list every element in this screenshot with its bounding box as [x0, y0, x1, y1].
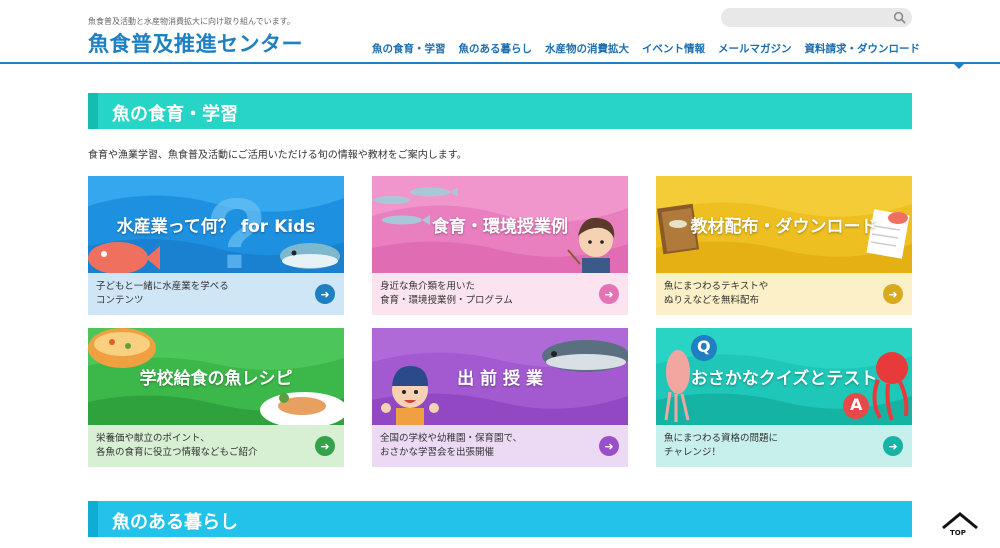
nav-item-download[interactable]: 資料請求・ダウンロード [805, 41, 921, 56]
nav-item-mail-magazine[interactable]: メールマガジン [718, 41, 792, 56]
site-logo[interactable]: 魚食普及推進センター [88, 28, 303, 58]
card-fish-quiz[interactable]: Q A おさかなクイズとテスト 魚にまつわる資格の問題に チャレンジ！ ➜ [656, 328, 912, 467]
card-title: 出 前 授 業 [457, 369, 543, 389]
header-tagline: 魚食普及活動と水産物消費拡大に向け取り組んでいます。 [88, 17, 295, 26]
section-title: 魚の食育・学習 [112, 104, 238, 125]
card-description-text: 魚にまつわるテキストや ぬりえなどを無料配布 [664, 281, 769, 306]
card-description: 魚にまつわる資格の問題に チャレンジ！ ➜ [656, 425, 912, 467]
card-description-text: 身近な魚介類を用いた 食育・環境授業例・プログラム [380, 281, 513, 306]
arrow-right-icon[interactable]: ➜ [883, 284, 903, 304]
card-title: 教材配布・ダウンロード [690, 217, 878, 237]
card-description: 魚にまつわるテキストや ぬりえなどを無料配布 ➜ [656, 273, 912, 315]
card-kids-fisheries[interactable]: ? 水産業って何？ for Kids 子どもと一緒に水産業を学べる コンテンツ … [88, 176, 344, 315]
card-banner: 教材配布・ダウンロード [656, 176, 912, 273]
section-header-fish-life: 魚のある暮らし [88, 501, 912, 537]
card-description-text: 魚にまつわる資格の問題に チャレンジ！ [664, 433, 779, 458]
card-description-text: 子どもと一緒に水産業を学べる コンテンツ [96, 281, 229, 306]
arrow-right-icon[interactable]: ➜ [883, 436, 903, 456]
card-description-text: 栄養価や献立のポイント、 各魚の食育に役立つ情報などもご紹介 [96, 433, 258, 458]
card-description: 全国の学校や幼稚園・保育園で、 おさかな学習会を出張開催 ➜ [372, 425, 628, 467]
arrow-right-icon[interactable]: ➜ [599, 436, 619, 456]
card-visiting-lessons[interactable]: 出 前 授 業 全国の学校や幼稚園・保育園で、 おさかな学習会を出張開催 ➜ [372, 328, 628, 467]
card-description: 栄養価や献立のポイント、 各魚の食育に役立つ情報などもご紹介 ➜ [88, 425, 344, 467]
card-title: 水産業って何？ for Kids [116, 217, 316, 237]
arrow-right-icon[interactable]: ➜ [599, 284, 619, 304]
card-materials-download[interactable]: 教材配布・ダウンロード 魚にまつわるテキストや ぬりえなどを無料配布 ➜ [656, 176, 912, 315]
card-banner: Q A おさかなクイズとテスト [656, 328, 912, 425]
card-banner: 出 前 授 業 [372, 328, 628, 425]
back-to-top-label: TOP [950, 529, 966, 537]
card-description-text: 全国の学校や幼稚園・保育園で、 おさかな学習会を出張開催 [380, 433, 523, 458]
back-to-top-button[interactable]: TOP [941, 512, 979, 540]
section-accent [88, 501, 98, 537]
search-icon[interactable] [893, 11, 906, 24]
site-header: 魚食普及活動と水産物消費拡大に向け取り組んでいます。 魚食普及推進センター 魚の… [0, 0, 1000, 64]
card-lesson-examples[interactable]: 食育・環境授業例 身近な魚介類を用いた 食育・環境授業例・プログラム ➜ [372, 176, 628, 315]
card-description: 身近な魚介類を用いた 食育・環境授業例・プログラム ➜ [372, 273, 628, 315]
nav-item-events[interactable]: イベント情報 [642, 41, 705, 56]
card-banner: ? 水産業って何？ for Kids [88, 176, 344, 273]
card-title: 学校給食の魚レシピ [139, 369, 293, 389]
nav-item-fish-life[interactable]: 魚のある暮らし [459, 41, 533, 56]
arrow-right-icon[interactable]: ➜ [315, 436, 335, 456]
nav-item-fish-education[interactable]: 魚の食育・学習 [372, 41, 446, 56]
section-accent [88, 93, 98, 129]
section-header-education: 魚の食育・学習 [88, 93, 912, 129]
card-banner: 学校給食の魚レシピ [88, 328, 344, 425]
card-title: 食育・環境授業例 [432, 217, 568, 237]
chevron-up-icon [942, 512, 978, 530]
card-banner: 食育・環境授業例 [372, 176, 628, 273]
card-school-lunch-recipes[interactable]: 学校給食の魚レシピ 栄養価や献立のポイント、 各魚の食育に役立つ情報などもご紹介… [88, 328, 344, 467]
search-input[interactable] [721, 8, 912, 27]
card-description: 子どもと一緒に水産業を学べる コンテンツ ➜ [88, 273, 344, 315]
nav-indicator [954, 64, 964, 69]
section-intro: 食育や漁業学習、魚食普及活動にご活用いただける旬の情報や教材をご案内します。 [88, 150, 467, 161]
section-title: 魚のある暮らし [112, 512, 238, 533]
card-title: おさかなクイズとテスト [690, 369, 878, 389]
nav-item-consumption[interactable]: 水産物の消費拡大 [545, 41, 629, 56]
global-nav: 魚の食育・学習 魚のある暮らし 水産物の消費拡大 イベント情報 メールマガジン … [372, 41, 920, 56]
arrow-right-icon[interactable]: ➜ [315, 284, 335, 304]
